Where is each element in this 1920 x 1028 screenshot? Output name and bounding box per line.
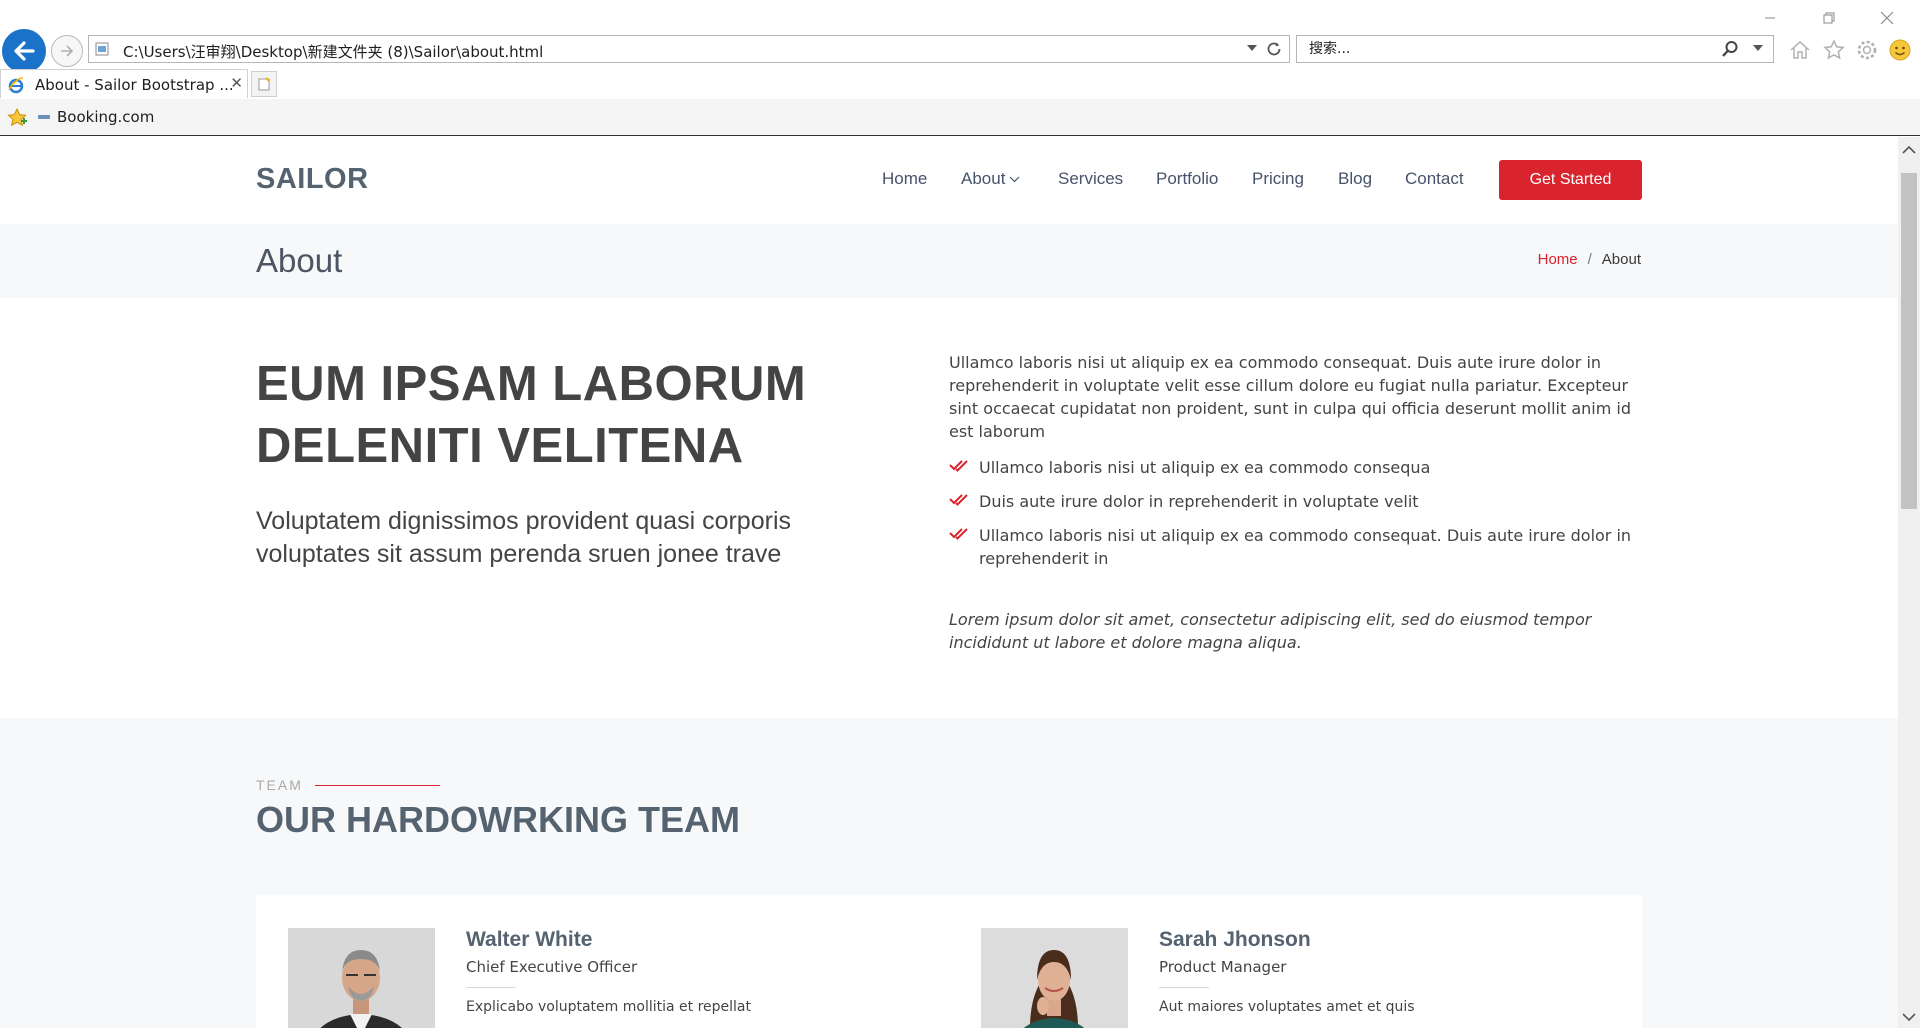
browser-tab[interactable]: About - Sailor Bootstrap ... ✕ <box>0 69 248 98</box>
site-logo[interactable]: SAILOR <box>256 163 369 196</box>
new-tab-button[interactable] <box>251 71 277 97</box>
member-role: Chief Executive Officer <box>466 958 638 976</box>
breadcrumb: Home / About <box>1538 251 1641 268</box>
nav-pricing[interactable]: Pricing <box>1252 169 1304 189</box>
forward-button[interactable] <box>51 35 83 67</box>
nav-about-label: About <box>961 169 1006 188</box>
about-intro-text: Ullamco laboris nisi ut aliquip ex ea co… <box>949 353 1631 441</box>
about-section: EUM IPSAM LABORUM DELENITI VELITENA Volu… <box>0 298 1898 718</box>
chevron-down-icon <box>1010 176 1020 183</box>
nav-contact[interactable]: Contact <box>1405 169 1464 189</box>
list-item: Duis aute irure dolor in reprehenderit i… <box>949 490 1644 513</box>
list-item: Ullamco laboris nisi ut aliquip ex ea co… <box>949 456 1644 479</box>
refresh-icon[interactable] <box>1265 40 1283 58</box>
team-heading: OUR HARDOWRKING TEAM <box>256 799 740 840</box>
section-label: TEAM <box>256 777 303 793</box>
about-feature-list: Ullamco laboris nisi ut aliquip ex ea co… <box>949 456 1644 581</box>
favorites-bar: Booking.com <box>0 99 1920 136</box>
tab-title: About - Sailor Bootstrap ... <box>35 76 234 94</box>
gear-icon[interactable] <box>1853 36 1881 64</box>
member-role: Product Manager <box>1159 958 1287 976</box>
section-label-line <box>315 785 440 786</box>
address-bar[interactable]: C:\Users\汪审翔\Desktop\新建文件夹 (8)\Sailor\ab… <box>88 35 1290 63</box>
page-viewport: SAILOR Home About Services Portfolio Pri… <box>0 137 1898 1028</box>
member-divider <box>1159 987 1209 988</box>
list-item: Ullamco laboris nisi ut aliquip ex ea co… <box>949 524 1644 570</box>
minimize-icon <box>1765 17 1775 19</box>
nav-services[interactable]: Services <box>1058 169 1123 189</box>
back-arrow-icon <box>14 41 35 61</box>
booking-site-icon <box>38 115 50 119</box>
member-photo <box>981 928 1128 1028</box>
close-window-button[interactable] <box>1867 6 1907 30</box>
member-divider <box>466 987 516 988</box>
member-bio: Explicabo voluptatem mollitia et repella… <box>466 999 751 1015</box>
ie-icon <box>8 77 24 94</box>
get-started-button[interactable]: Get Started <box>1499 160 1642 200</box>
page-scrollbar[interactable] <box>1898 137 1920 1028</box>
favorite-link-booking[interactable]: Booking.com <box>57 108 154 126</box>
member-bio: Aut maiores voluptates amet et quis <box>1159 999 1415 1015</box>
minimize-button[interactable] <box>1750 6 1790 30</box>
list-item-text: Ullamco laboris nisi ut aliquip ex ea co… <box>979 526 1632 568</box>
browser-search-box[interactable] <box>1296 35 1774 63</box>
breadcrumb-separator: / <box>1587 251 1592 268</box>
restore-button[interactable] <box>1809 6 1849 30</box>
browser-toolbar: C:\Users\汪审翔\Desktop\新建文件夹 (8)\Sailor\ab… <box>0 0 1920 99</box>
nav-about[interactable]: About <box>961 169 1020 189</box>
list-item-text: Ullamco laboris nisi ut aliquip ex ea co… <box>979 458 1431 477</box>
page-header: About Home / About <box>0 224 1898 298</box>
restore-icon <box>1823 12 1835 24</box>
page-icon <box>95 42 109 56</box>
new-tab-icon <box>258 77 270 91</box>
scroll-up-icon[interactable] <box>1902 145 1916 155</box>
list-item-text: Duis aute irure dolor in reprehenderit i… <box>979 492 1419 511</box>
team-section: TEAM OUR HARDOWRKING TEAM Walter White C… <box>0 718 1898 1028</box>
double-check-icon <box>949 528 968 540</box>
about-subheading: Voluptatem dignissimos provident quasi c… <box>256 507 791 568</box>
member-name: Sarah Jhonson <box>1159 928 1311 951</box>
forward-arrow-icon <box>61 45 74 57</box>
nav-portfolio[interactable]: Portfolio <box>1156 169 1218 189</box>
tab-close-icon[interactable]: ✕ <box>230 74 243 92</box>
nav-blog[interactable]: Blog <box>1338 169 1372 189</box>
member-name: Walter White <box>466 928 593 951</box>
team-member-card: Sarah Jhonson Product Manager Aut maiore… <box>949 895 1642 1028</box>
scrollbar-thumb[interactable] <box>1901 173 1917 509</box>
about-heading: EUM IPSAM LABORUM DELENITI VELITENA <box>256 357 807 473</box>
member-photo <box>288 928 435 1028</box>
double-check-icon <box>949 460 968 472</box>
address-dropdown-icon[interactable] <box>1247 45 1257 51</box>
double-check-icon <box>949 494 968 506</box>
back-button[interactable] <box>2 29 46 73</box>
close-icon <box>1880 11 1894 25</box>
search-dropdown-icon[interactable] <box>1753 45 1763 51</box>
about-closing-text: Lorem ipsum dolor sit amet, consectetur … <box>949 610 1592 652</box>
breadcrumb-current: About <box>1601 251 1641 268</box>
page-title: About <box>256 242 343 279</box>
home-icon[interactable] <box>1786 36 1814 64</box>
site-header: SAILOR Home About Services Portfolio Pri… <box>0 137 1898 224</box>
nav-home[interactable]: Home <box>882 169 927 189</box>
scroll-down-icon[interactable] <box>1902 1012 1916 1022</box>
address-url[interactable]: C:\Users\汪审翔\Desktop\新建文件夹 (8)\Sailor\ab… <box>123 41 543 62</box>
star-icon[interactable] <box>1820 36 1848 64</box>
favorites-star-icon[interactable] <box>6 107 28 129</box>
browser-search-input[interactable] <box>1307 40 1691 58</box>
breadcrumb-home-link[interactable]: Home <box>1538 251 1578 268</box>
smiley-icon[interactable] <box>1886 36 1914 64</box>
search-icon[interactable] <box>1721 40 1739 58</box>
team-member-card: Walter White Chief Executive Officer Exp… <box>256 895 949 1028</box>
